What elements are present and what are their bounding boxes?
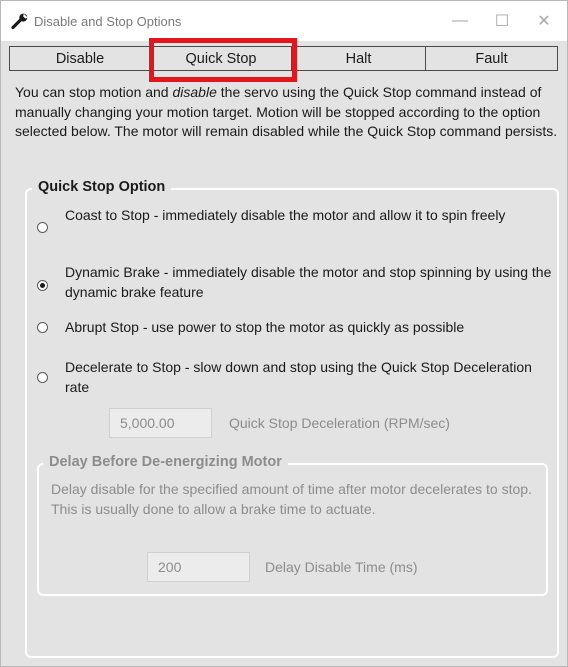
delay-description: Delay disable for the specified amount o… — [51, 481, 532, 517]
quick-stop-option-title: Quick Stop Option — [32, 179, 172, 195]
quick-stop-description: You can stop motion and disable the serv… — [15, 83, 560, 142]
tab-bar: Disable Quick Stop Halt Fault — [9, 46, 558, 71]
radio-abrupt-stop[interactable]: Abrupt Stop - use power to stop the moto… — [37, 318, 557, 338]
quick-stop-deceleration-label: Quick Stop Deceleration (RPM/sec) — [229, 415, 450, 431]
close-button[interactable]: ✕ — [529, 9, 559, 33]
option-label: Decelerate to Stop - slow down and stop … — [65, 359, 532, 395]
description-emphasis: disable — [172, 84, 217, 100]
tab-quick-stop[interactable]: Quick Stop — [150, 46, 292, 71]
window-title: Disable and Stop Options — [34, 14, 182, 29]
dialog-window: Disable and Stop Options — ☐ ✕ Disable Q… — [0, 0, 568, 667]
option-label: Coast to Stop - immediately disable the … — [65, 207, 506, 223]
description-text-1: You can stop motion and — [15, 84, 173, 100]
wrench-icon — [11, 13, 29, 30]
tab-fault[interactable]: Fault — [425, 46, 558, 71]
minimize-button[interactable]: — — [445, 9, 475, 33]
delay-disable-time-label: Delay Disable Time (ms) — [265, 559, 418, 575]
radio-button[interactable] — [37, 372, 48, 383]
radio-button[interactable] — [37, 322, 48, 333]
option-label: Dynamic Brake - immediately disable the … — [65, 264, 552, 300]
radio-button[interactable] — [37, 222, 48, 233]
radio-coast-to-stop[interactable]: Coast to Stop - immediately disable the … — [37, 206, 557, 233]
maximize-button[interactable]: ☐ — [487, 9, 517, 33]
delay-group-title: Delay Before De-energizing Motor — [43, 454, 288, 470]
radio-button-selected[interactable] — [37, 280, 48, 291]
title-bar: Disable and Stop Options — ☐ ✕ — [1, 1, 567, 41]
delay-disable-time-input[interactable] — [147, 552, 250, 582]
radio-dynamic-brake[interactable]: Dynamic Brake - immediately disable the … — [37, 263, 557, 302]
radio-decelerate-to-stop[interactable]: Decelerate to Stop - slow down and stop … — [37, 358, 557, 397]
tab-halt[interactable]: Halt — [291, 46, 426, 71]
quick-stop-deceleration-input[interactable] — [109, 408, 212, 438]
tab-disable[interactable]: Disable — [9, 46, 151, 71]
option-label: Abrupt Stop - use power to stop the moto… — [65, 319, 465, 335]
